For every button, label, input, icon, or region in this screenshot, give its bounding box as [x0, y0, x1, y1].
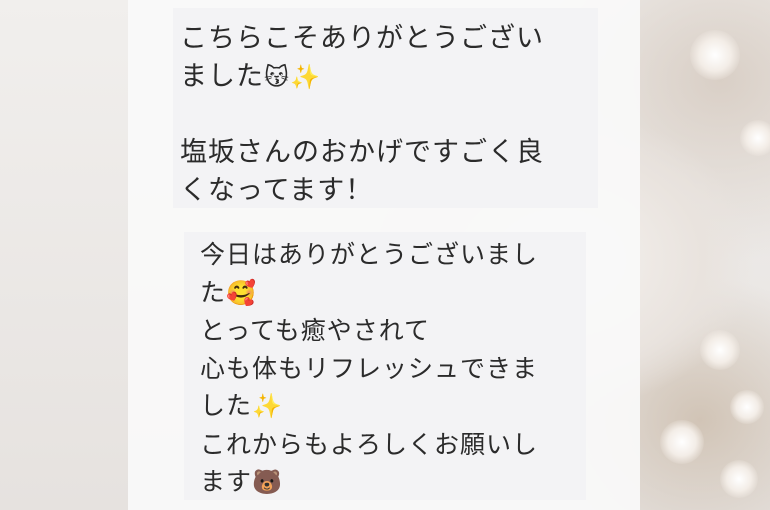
message-line: とっても癒やされて [200, 316, 431, 345]
message-bubble-1: こちらこそありがとうござい ました😽✨ 塩坂さんのおかげですごく良 くなってます… [173, 8, 598, 208]
message-line: 塩坂さんのおかげですごく良 [180, 137, 544, 168]
bear-icon: 🐻 [252, 468, 283, 496]
flower-decoration [730, 390, 764, 424]
message-line: 今日はありがとうございまし [200, 240, 539, 269]
flower-decoration [690, 30, 740, 80]
message-line: これからもよろしくお願いし [200, 429, 539, 459]
message-line: した✨ [200, 391, 283, 420]
message-line: こちらこそありがとうござい [180, 23, 544, 54]
message-line: ます🐻 [200, 467, 283, 496]
sparkles-icon: ✨ [252, 392, 283, 420]
cat-emoji-icon: 😽✨ [264, 63, 321, 91]
flower-decoration [700, 330, 740, 370]
flower-decoration [720, 460, 758, 498]
message-line: ました😽✨ [180, 61, 321, 92]
flower-decoration [740, 120, 770, 156]
message-bubble-2: 今日はありがとうございまし た🥰 とっても癒やされて 心も体もリフレッシュできま… [184, 232, 586, 500]
message-line: くなってます！ [180, 175, 374, 206]
message-line: た🥰 [200, 277, 257, 307]
smiling-face-icon: 🥰 [226, 278, 257, 307]
message-line: 心も体もリフレッシュできま [200, 353, 539, 383]
flower-decoration [660, 420, 704, 464]
